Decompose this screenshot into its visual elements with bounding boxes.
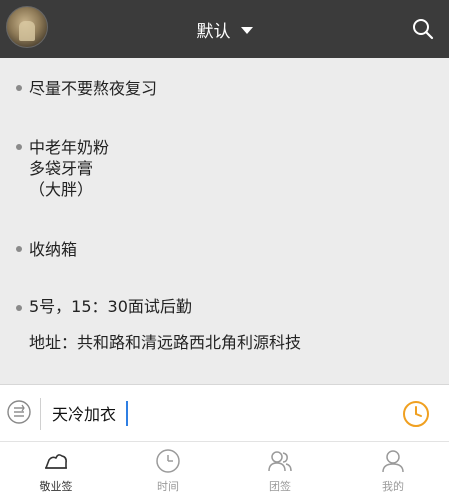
divider — [40, 398, 41, 430]
note-input[interactable] — [52, 400, 352, 426]
note-text: 收纳箱 — [29, 240, 78, 259]
team-icon — [268, 451, 292, 472]
tab-label: 我的 — [382, 480, 404, 493]
cloud-note-icon — [45, 454, 67, 469]
text-cursor — [126, 401, 128, 426]
category-dropdown[interactable]: 默认 — [0, 0, 449, 58]
bullet-icon — [16, 144, 22, 150]
caret-down-icon — [240, 26, 253, 34]
tab-label: 团签 — [269, 480, 291, 493]
tab-jingyeqian[interactable]: 敬业签 — [0, 441, 112, 497]
note-text: 5号，15：30面试后勤 地址：共和路和清远路西北角利源科技 — [29, 297, 302, 352]
tab-label: 敬业签 — [39, 480, 73, 493]
bullet-icon — [16, 246, 22, 252]
search-icon[interactable] — [411, 17, 435, 41]
tab-label: 时间 — [157, 480, 179, 493]
tab-time[interactable]: 时间 — [112, 441, 224, 497]
sort-list-icon[interactable] — [6, 399, 32, 425]
note-text: 中老年奶粉 多袋牙膏 （大胖） — [29, 138, 110, 199]
reminder-clock-icon[interactable] — [401, 399, 431, 429]
note-text: 尽量不要熬夜复习 — [29, 79, 158, 98]
bullet-icon — [16, 85, 22, 91]
clock-icon — [156, 449, 180, 473]
category-title: 默认 — [196, 21, 231, 42]
tab-mine[interactable]: 我的 — [337, 441, 449, 497]
user-icon — [382, 450, 404, 473]
notes-list: 尽量不要熬夜复习 中老年奶粉 多袋牙膏 （大胖） 收纳箱 5号，15：30面试后… — [0, 58, 449, 385]
bullet-icon — [16, 305, 22, 311]
tab-team[interactable]: 团签 — [224, 441, 336, 497]
